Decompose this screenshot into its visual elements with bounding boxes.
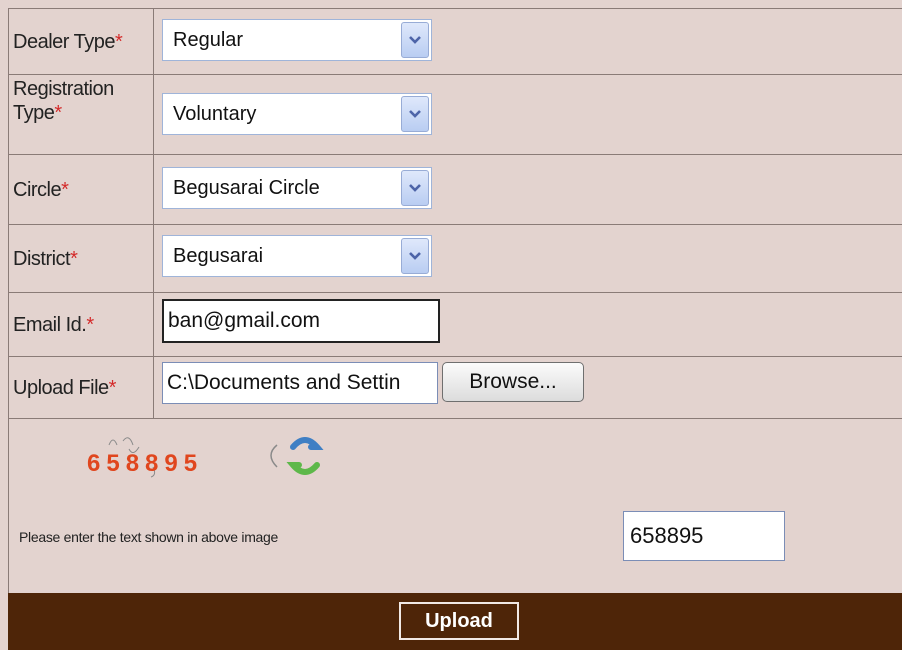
browse-button[interactable]: Browse... — [442, 362, 584, 402]
captcha-image: 658895 — [79, 427, 339, 489]
chevron-down-icon[interactable] — [401, 238, 429, 274]
required-marker: * — [86, 313, 94, 336]
district-select[interactable]: Begusarai — [162, 235, 432, 277]
dealer-type-row: Dealer Type * Regular — [8, 8, 902, 75]
upload-file-row: Upload File * C:\Documents and Settin Bro… — [8, 356, 902, 419]
circle-select[interactable]: Begusarai Circle — [162, 167, 432, 209]
email-label: Email Id. * — [8, 293, 154, 357]
dealer-registration-form: Dealer Type * Regular Registration Type* V… — [0, 0, 902, 650]
registration-type-select[interactable]: Voluntary — [162, 93, 432, 135]
captcha-text: 658895 — [87, 450, 203, 477]
district-label: District * — [8, 225, 154, 293]
email-row: Email Id. * ban@gmail.com — [8, 292, 902, 357]
dealer-type-select[interactable]: Regular — [162, 19, 432, 61]
captcha-prompt: Please enter the text shown in above ima… — [19, 529, 279, 545]
chevron-down-icon[interactable] — [401, 170, 429, 206]
chevron-down-icon[interactable] — [401, 22, 429, 58]
required-marker: * — [108, 376, 117, 399]
email-field[interactable]: ban@gmail.com — [162, 299, 440, 343]
chevron-down-icon[interactable] — [401, 96, 429, 132]
refresh-captcha-icon[interactable] — [286, 437, 324, 475]
circle-row: Circle * Begusarai Circle — [8, 154, 902, 225]
registration-type-row: Registration Type* Voluntary — [8, 74, 902, 155]
registration-type-label: Registration Type* — [8, 75, 154, 155]
required-marker: * — [61, 178, 69, 201]
captcha-section: 658895 Please enter the text shown in ab… — [8, 418, 902, 593]
required-marker: * — [114, 30, 123, 53]
upload-file-label: Upload File * — [8, 357, 154, 419]
form-footer: Upload — [8, 593, 902, 650]
district-row: District * Begusarai — [8, 224, 902, 293]
circle-label: Circle * — [8, 155, 154, 225]
required-marker: * — [54, 102, 62, 124]
captcha-input[interactable]: 658895 — [623, 511, 785, 561]
dealer-type-label: Dealer Type * — [8, 9, 154, 75]
file-path-field[interactable]: C:\Documents and Settin — [162, 362, 438, 404]
required-marker: * — [70, 247, 78, 270]
upload-button[interactable]: Upload — [399, 602, 519, 640]
